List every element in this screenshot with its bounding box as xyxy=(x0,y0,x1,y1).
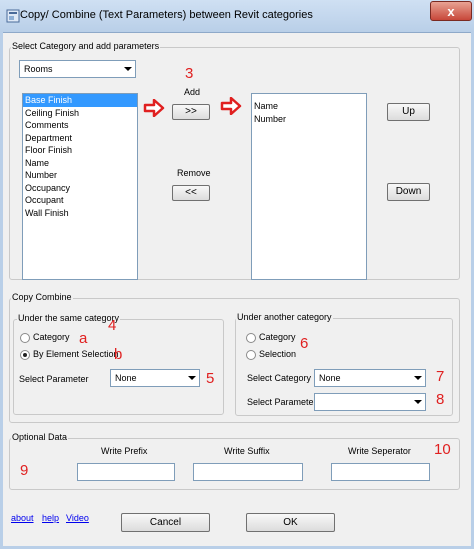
same-category-radio-element-selection[interactable] xyxy=(20,350,30,360)
write-separator-label: Write Seperator xyxy=(348,446,411,456)
another-category-select-category-label: Select Category xyxy=(247,373,312,383)
close-button[interactable]: x xyxy=(430,1,472,21)
list-item[interactable]: Name xyxy=(252,100,366,113)
red-arrow-icon xyxy=(143,99,165,117)
dropdown-arrow-icon xyxy=(124,67,132,71)
annotation-6: 6 xyxy=(300,335,309,352)
red-arrow-icon xyxy=(220,97,242,115)
about-link[interactable]: about xyxy=(11,513,34,523)
list-item[interactable]: Occupancy xyxy=(23,182,137,195)
another-category-radio-category-label: Category xyxy=(259,332,296,342)
window-title: Copy/ Combine (Text Parameters) between … xyxy=(20,9,313,21)
list-item[interactable]: Floor Finish xyxy=(23,144,137,157)
same-category-radio-category[interactable] xyxy=(20,333,30,343)
available-parameters-list[interactable]: Base Finish Ceiling Finish Comments Departm… xyxy=(22,93,138,280)
write-suffix-label: Write Suffix xyxy=(224,446,270,456)
dropdown-arrow-icon xyxy=(414,376,422,380)
added-parameters-list[interactable]: Name Number xyxy=(251,93,367,280)
list-item[interactable]: Name xyxy=(23,157,137,170)
remove-label: Remove xyxy=(177,168,211,178)
annotation-9: 9 xyxy=(20,462,29,479)
list-item[interactable]: Comments xyxy=(23,119,137,132)
list-item[interactable]: Department xyxy=(23,132,137,145)
annotation-b: b xyxy=(114,346,123,363)
same-category-group-label: Under the same category xyxy=(17,313,121,323)
category-select-value: Rooms xyxy=(24,64,53,74)
list-item[interactable]: Occupant xyxy=(23,194,137,207)
another-category-parameter-select[interactable] xyxy=(314,393,426,411)
dropdown-arrow-icon xyxy=(188,376,196,380)
add-button[interactable]: >> xyxy=(172,104,210,120)
write-suffix-input[interactable] xyxy=(193,463,303,481)
another-category-radio-selection-label: Selection xyxy=(259,349,297,359)
same-category-select-parameter-label: Select Parameter xyxy=(19,374,89,384)
list-item[interactable]: Base Finish xyxy=(23,94,137,107)
copy-combine-group-label: Copy Combine xyxy=(11,292,73,302)
same-category-radio-category-label: Category xyxy=(33,332,70,342)
annotation-10: 10 xyxy=(434,441,451,458)
another-category-category-select[interactable]: None xyxy=(314,369,426,387)
ok-button[interactable]: OK xyxy=(246,513,335,532)
annotation-7: 7 xyxy=(436,368,445,385)
remove-button[interactable]: << xyxy=(172,185,210,201)
another-category-group-label: Under another category xyxy=(236,312,333,322)
annotation-5: 5 xyxy=(206,370,215,387)
list-item[interactable]: Number xyxy=(252,113,366,126)
list-item[interactable]: Wall Finish xyxy=(23,207,137,220)
another-category-radio-category[interactable] xyxy=(246,333,256,343)
another-category-radio-selection[interactable] xyxy=(246,350,256,360)
add-label: Add xyxy=(184,87,201,97)
annotation-4: 4 xyxy=(108,317,117,334)
write-prefix-input[interactable] xyxy=(77,463,175,481)
category-select[interactable]: Rooms xyxy=(19,60,136,78)
help-link[interactable]: help xyxy=(42,513,59,523)
close-icon: x xyxy=(447,4,455,19)
app-icon xyxy=(6,9,20,23)
write-separator-input[interactable] xyxy=(331,463,430,481)
annotation-3: 3 xyxy=(185,65,194,82)
same-category-parameter-value: None xyxy=(115,373,137,383)
annotation-8: 8 xyxy=(436,391,445,408)
cancel-button[interactable]: Cancel xyxy=(121,513,210,532)
same-category-parameter-select[interactable]: None xyxy=(110,369,200,387)
annotation-a: a xyxy=(79,330,88,347)
down-button[interactable]: Down xyxy=(387,183,430,201)
list-item[interactable]: Ceiling Finish xyxy=(23,107,137,120)
write-prefix-label: Write Prefix xyxy=(101,446,148,456)
same-category-radio-element-label: By Element Selection xyxy=(33,349,119,359)
dropdown-arrow-icon xyxy=(414,400,422,404)
optional-data-group-label: Optional Data xyxy=(11,432,69,442)
video-link[interactable]: Video xyxy=(66,513,89,523)
select-category-group-label: Select Category and add parameters xyxy=(11,41,161,51)
up-button[interactable]: Up xyxy=(387,103,430,121)
another-category-category-value: None xyxy=(319,373,341,383)
list-item[interactable]: Number xyxy=(23,169,137,182)
another-category-select-parameter-label: Select Parameter xyxy=(247,397,317,407)
